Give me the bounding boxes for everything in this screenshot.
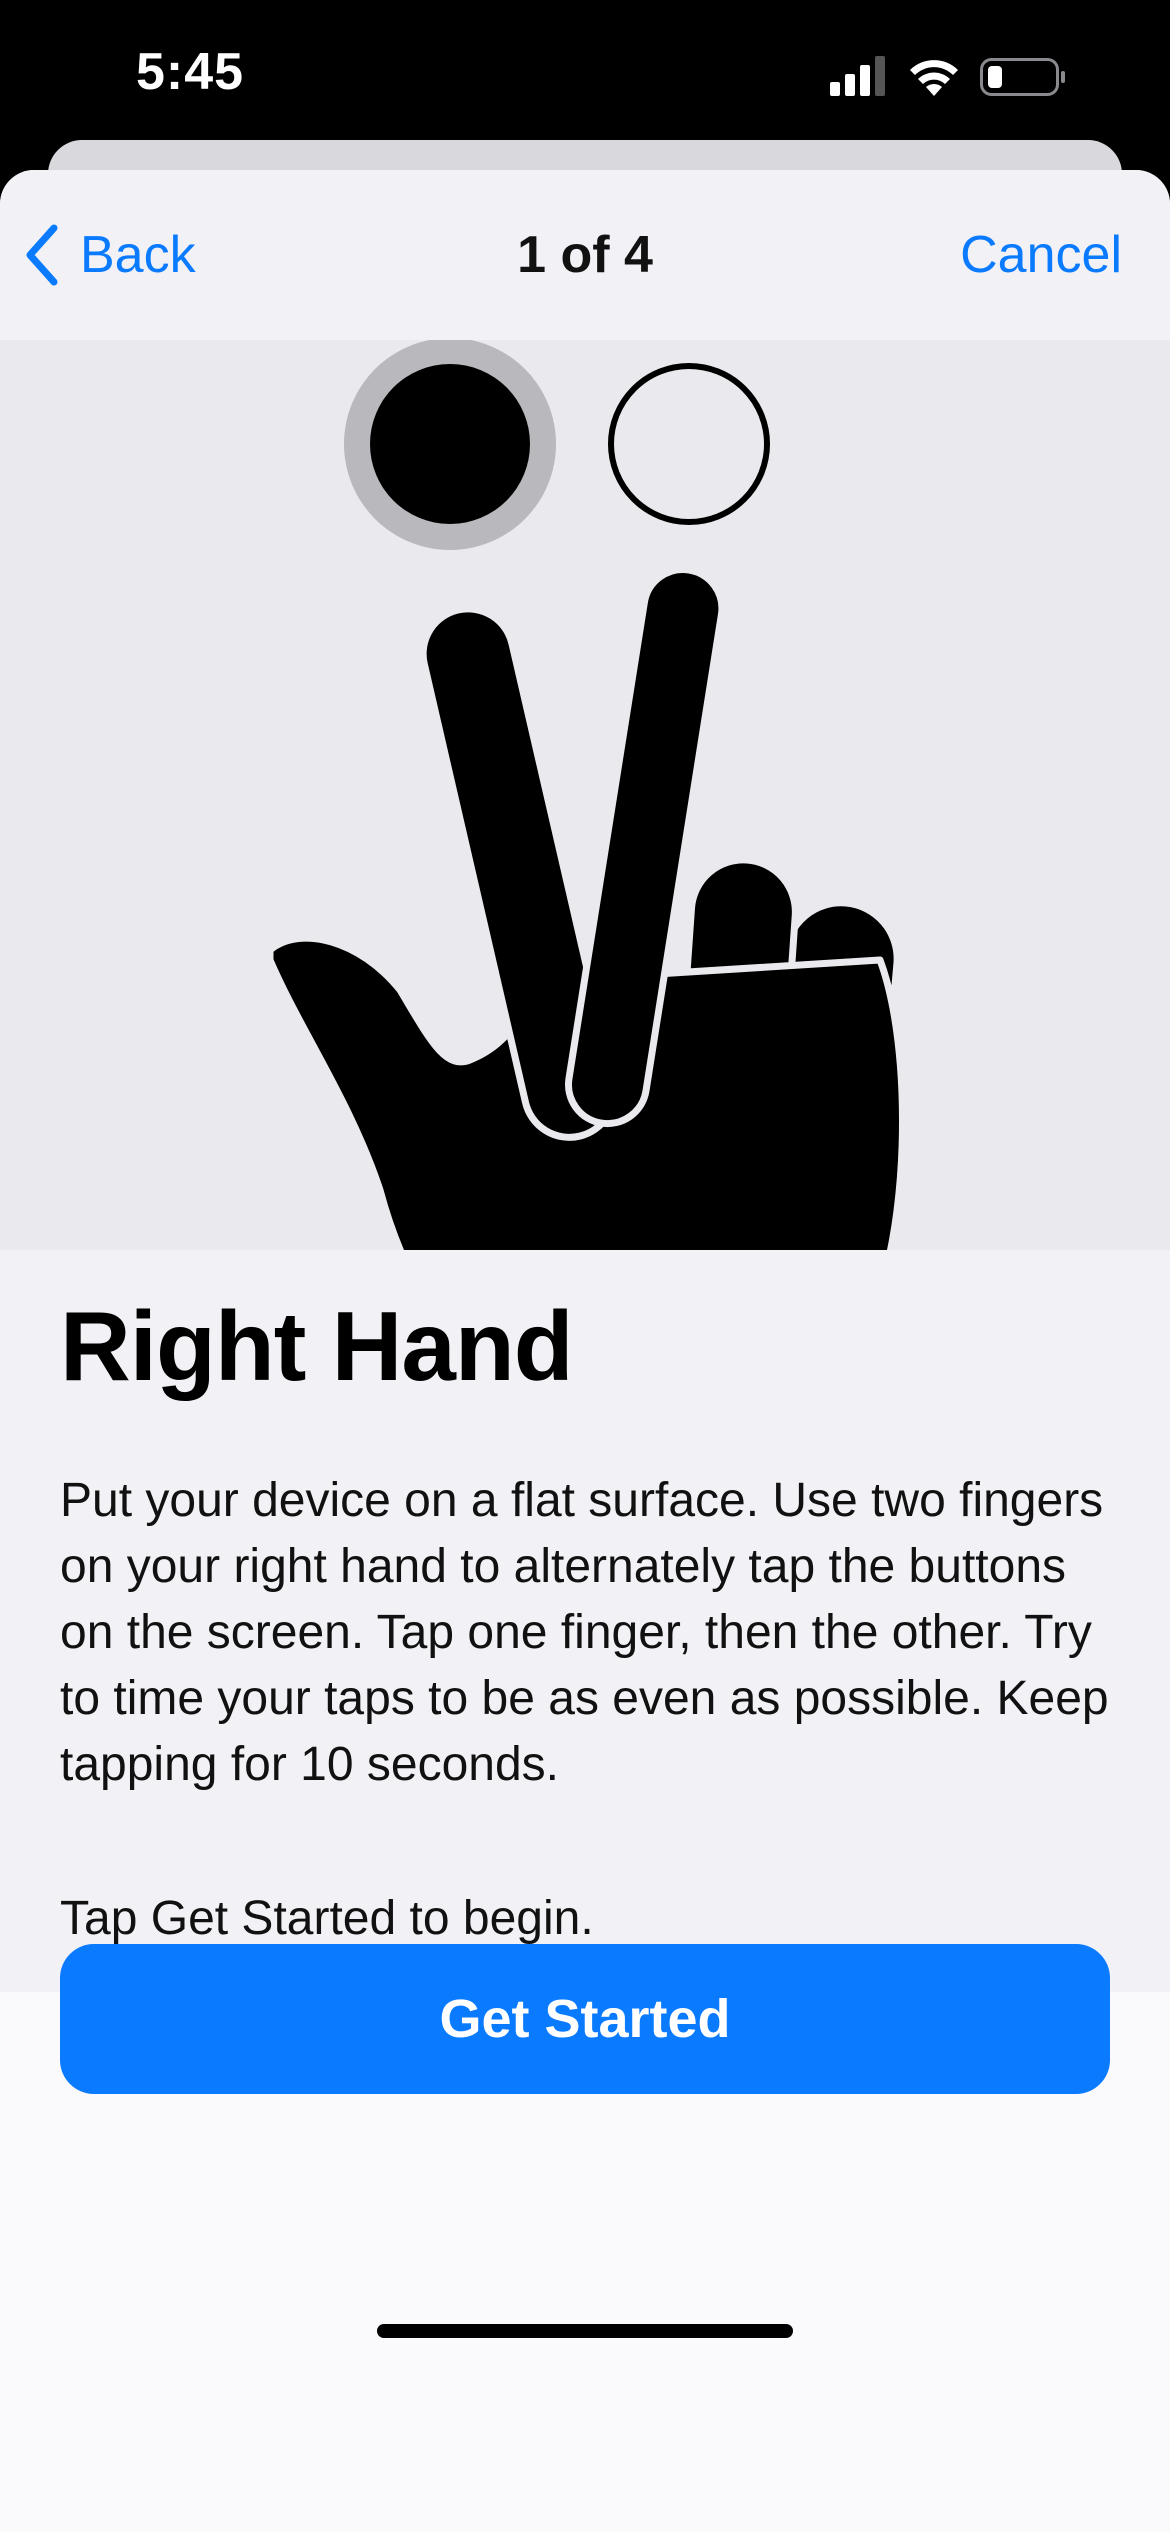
cellular-signal-icon	[830, 56, 885, 96]
instruction-illustration	[0, 340, 1170, 1250]
status-time: 5:45	[136, 43, 245, 101]
navigation-bar: Back 1 of 4 Cancel	[0, 170, 1170, 340]
get-started-button[interactable]: Get Started	[60, 1944, 1110, 2094]
instruction-content: Right Hand Put your device on a flat sur…	[0, 1250, 1170, 1992]
back-button-label: Back	[80, 226, 196, 284]
cancel-button[interactable]: Cancel	[960, 220, 1122, 290]
home-indicator	[377, 2324, 793, 2338]
back-button[interactable]: Back	[24, 220, 196, 290]
start-hint-text: Tap Get Started to begin.	[60, 1892, 594, 1945]
battery-icon	[980, 58, 1065, 96]
wifi-icon	[910, 60, 958, 96]
modal-sheet: Back 1 of 4 Cancel Right Hand Put your d…	[0, 170, 1170, 2532]
two-finger-tap-hand-icon	[266, 340, 906, 1250]
status-icons	[830, 52, 1090, 102]
chevron-left-icon	[26, 224, 58, 286]
page-title: Right Hand	[60, 1291, 574, 1401]
status-bar: 5:45	[0, 0, 1170, 150]
instruction-text: Put your device on a flat surface. Use t…	[60, 1474, 1109, 1791]
